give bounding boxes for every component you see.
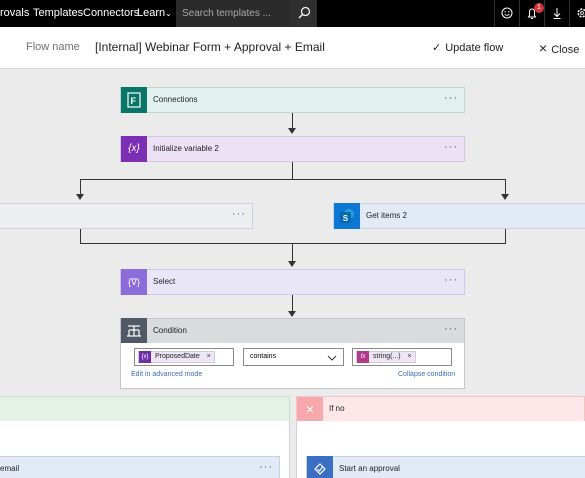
search-button[interactable]	[291, 0, 317, 27]
step-connections[interactable]: F Connections ···	[120, 87, 465, 113]
step-parallel-left[interactable]: ···	[0, 203, 253, 229]
step-title: Connections	[153, 95, 198, 104]
connector-arrow	[501, 194, 509, 200]
step-title: Get items 2	[366, 211, 407, 220]
edit-advanced-mode-link[interactable]: Edit in advanced mode	[131, 371, 202, 378]
step-title: Select	[153, 277, 176, 286]
variable-icon: {x}	[121, 136, 147, 162]
connector-line	[292, 113, 293, 129]
if-no-header[interactable]: × If no	[296, 396, 585, 422]
update-flow-label: Update flow	[445, 42, 504, 54]
data-operation-icon: {∇}	[121, 269, 147, 295]
remove-token-icon[interactable]: ×	[408, 352, 412, 362]
connector-line	[292, 162, 293, 180]
close-icon: ×	[539, 40, 548, 56]
close-label: Close	[551, 44, 580, 56]
flow-name-label: Flow name	[26, 41, 80, 53]
expression-token[interactable]: fx string(...) ×	[356, 351, 416, 363]
if-yes-header[interactable]	[0, 396, 290, 422]
smiley-feedback-button[interactable]	[494, 0, 518, 27]
chevron-down-icon	[327, 355, 337, 361]
close-icon: ×	[297, 397, 323, 421]
step-title: Condition	[153, 326, 187, 335]
condition-icon	[121, 318, 147, 344]
step-get-items[interactable]: S Get items 2	[333, 203, 585, 229]
notifications-button[interactable]: 1	[519, 0, 544, 27]
sharepoint-icon: S	[334, 203, 360, 229]
fx-icon: fx	[357, 351, 369, 363]
step-start-approval[interactable]: Start an approval	[306, 456, 585, 478]
if-no-label: If no	[329, 404, 345, 413]
svg-text:F: F	[131, 96, 137, 106]
step-initialize-variable[interactable]: {x} Initialize variable 2 ···	[120, 136, 465, 162]
more-options-icon[interactable]: ···	[259, 457, 273, 477]
more-options-icon[interactable]: ···	[444, 88, 458, 108]
update-flow-button[interactable]: ✓ Update flow	[432, 35, 503, 61]
flow-name-input[interactable]: [Internal] Webinar Form + Approval + Ema…	[95, 40, 325, 54]
connector-line	[80, 179, 81, 194]
forms-icon: F	[121, 87, 147, 113]
more-options-icon[interactable]: ···	[444, 137, 458, 157]
operator-value: contains	[250, 353, 277, 360]
nav-learn-label: Learn	[137, 7, 166, 19]
more-options-icon[interactable]: ···	[444, 319, 458, 339]
step-condition[interactable]: Condition ···	[120, 318, 465, 344]
dynamic-content-token[interactable]: {x} ProposedDate ×	[138, 351, 215, 363]
connector-line	[292, 295, 293, 311]
notification-badge: 1	[534, 3, 544, 13]
connector-line	[80, 229, 81, 244]
connector-arrow	[288, 311, 296, 317]
condition-left-operand[interactable]: {x} ProposedDate ×	[134, 348, 234, 366]
parallel-join-line	[80, 243, 506, 244]
chevron-down-icon: ⌄	[165, 9, 172, 18]
token-label: string(...)	[373, 353, 401, 360]
checkmark-icon: ✓	[432, 42, 442, 54]
variable-icon: {x}	[139, 351, 151, 363]
search-icon	[298, 6, 311, 19]
nav-approvals[interactable]: rovals	[0, 0, 29, 27]
remove-token-icon[interactable]: ×	[207, 352, 211, 362]
smiley-icon	[501, 7, 513, 19]
more-options-icon[interactable]: ···	[232, 204, 246, 224]
operator-dropdown[interactable]: contains	[243, 348, 344, 366]
step-select[interactable]: {∇} Select ···	[120, 269, 465, 295]
approval-icon	[307, 456, 333, 478]
step-title: Start an approval	[339, 464, 400, 473]
parallel-branch-line	[80, 179, 506, 180]
connector-line	[292, 243, 293, 261]
nav-templates[interactable]: Templates	[33, 0, 83, 27]
top-navigation-bar: rovals Templates Connectors Learn⌄ 1	[0, 0, 585, 27]
nav-learn[interactable]: Learn⌄	[137, 0, 172, 27]
connector-line	[505, 179, 506, 194]
command-bar: Flow name [Internal] Webinar Form + Appr…	[0, 27, 585, 69]
gear-icon	[577, 8, 585, 18]
settings-button[interactable]	[569, 0, 585, 27]
connector-line	[505, 229, 506, 244]
svg-text:S: S	[343, 214, 349, 223]
condition-body: {x} ProposedDate × contains fx string(...) ×…	[120, 343, 465, 389]
step-title: email	[0, 464, 20, 473]
close-button[interactable]: × Close	[539, 35, 579, 61]
connector-arrow	[288, 261, 296, 267]
step-title: Initialize variable 2	[153, 144, 219, 153]
collapse-condition-link[interactable]: Collapse condition	[398, 371, 455, 378]
download-button[interactable]	[544, 0, 568, 27]
connector-arrow	[76, 194, 84, 200]
step-send-email[interactable]: email ···	[0, 456, 280, 478]
connector-arrow	[288, 128, 296, 134]
token-label: ProposedDate	[155, 353, 200, 360]
search-input[interactable]	[176, 0, 293, 27]
nav-connectors[interactable]: Connectors	[83, 0, 139, 27]
download-icon	[553, 8, 561, 19]
more-options-icon[interactable]: ···	[444, 270, 458, 290]
condition-right-operand[interactable]: fx string(...) ×	[352, 348, 452, 366]
